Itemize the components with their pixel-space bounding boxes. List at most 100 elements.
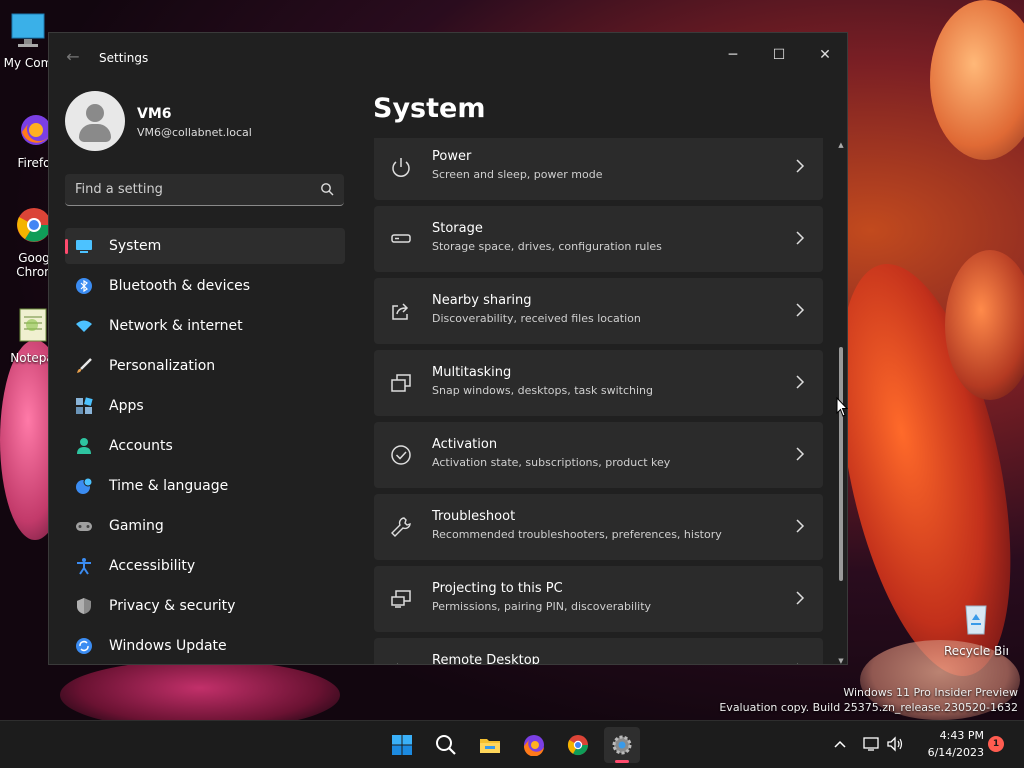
search-input[interactable] [75, 174, 305, 204]
sidebar-item-gaming[interactable]: Gaming [65, 508, 345, 544]
taskbar: 4:43 PM 6/14/2023 1 [0, 720, 1024, 768]
sidebar-item-system[interactable]: System [65, 228, 345, 264]
settings-list: Power Screen and sleep, power mode Stora… [374, 138, 824, 664]
power-icon [392, 158, 410, 177]
build-watermark: Windows 11 Pro Insider Preview Evaluatio… [719, 685, 1018, 715]
wifi-icon [76, 320, 92, 332]
bluetooth-icon [76, 278, 92, 294]
profile-name: VM6 [137, 106, 172, 122]
settings-item-title: Multitasking [432, 365, 512, 380]
chrome-icon [567, 735, 589, 756]
taskbar-firefox[interactable] [516, 727, 552, 763]
system-icon [76, 240, 92, 253]
firefox-icon [523, 735, 544, 756]
recycle-bin-icon [965, 605, 987, 635]
sidebar-item-windows-update[interactable]: Windows Update [65, 628, 345, 664]
avatar-head [86, 104, 104, 122]
sidebar-item-accounts[interactable]: Accounts [65, 428, 345, 464]
chevron-right-icon [796, 591, 805, 605]
watermark-line: Windows 11 Pro Insider Preview [843, 686, 1018, 699]
profile-email: VM6@collabnet.local [137, 126, 252, 139]
sidebar-item-personalization[interactable]: Personalization [65, 348, 345, 384]
maximize-button[interactable]: ☐ [757, 39, 801, 71]
shield-icon [77, 598, 91, 614]
avatar[interactable] [65, 91, 125, 151]
mouse-cursor-icon [836, 397, 848, 417]
sidebar-item-apps[interactable]: Apps [65, 388, 345, 424]
sidebar-item-label: Network & internet [109, 318, 243, 334]
settings-item-activation[interactable]: Activation Activation state, subscriptio… [374, 422, 823, 488]
chevron-right-icon [796, 231, 805, 245]
notification-badge[interactable]: 1 [988, 736, 1004, 752]
settings-item-title: Troubleshoot [432, 509, 516, 524]
settings-item-subtitle: Permissions, pairing PIN, discoverabilit… [432, 600, 652, 613]
sidebar-item-privacy-security[interactable]: Privacy & security [65, 588, 345, 624]
running-indicator [615, 760, 629, 763]
close-button[interactable]: ✕ [803, 39, 847, 71]
gamepad-icon [76, 522, 92, 531]
wallpaper-blob [945, 250, 1024, 400]
minimize-button[interactable]: ─ [711, 39, 755, 71]
desktop-icon-recycle-bin[interactable]: Recycle Bin [944, 598, 1008, 658]
settings-item-troubleshoot[interactable]: Troubleshoot Recommended troubleshooters… [374, 494, 823, 560]
user-profile[interactable]: VM6 VM6@collabnet.local [65, 91, 365, 151]
search-box[interactable] [65, 174, 344, 206]
chevron-right-icon [796, 519, 805, 533]
settings-item-storage[interactable]: Storage Storage space, drives, configura… [374, 206, 823, 272]
sidebar-item-bluetooth[interactable]: Bluetooth & devices [65, 268, 345, 304]
taskbar-start-button[interactable] [384, 727, 420, 763]
settings-item-title: Activation [432, 437, 498, 452]
settings-window: ← Settings ─ ☐ ✕ VM6 VM6@collabnet.local… [48, 32, 848, 665]
settings-item-title: Power [432, 149, 472, 164]
accessibility-icon [77, 558, 91, 575]
volume-icon[interactable] [886, 735, 904, 753]
windows-start-icon [392, 735, 412, 755]
sidebar-item-label: System [109, 238, 162, 254]
search-icon [436, 735, 456, 755]
sidebar-item-label: Apps [109, 398, 144, 414]
scroll-thumb[interactable] [839, 347, 843, 581]
settings-item-power[interactable]: Power Screen and sleep, power mode [374, 138, 823, 200]
taskbar-search-button[interactable] [428, 727, 464, 763]
page-title: System [373, 93, 486, 124]
search-icon[interactable] [320, 182, 334, 196]
back-arrow-icon[interactable]: ← [63, 47, 83, 67]
settings-item-title: Projecting to this PC [432, 581, 563, 596]
window-title: Settings [99, 51, 149, 65]
scroll-up-icon[interactable]: ▲ [837, 141, 845, 149]
wallpaper-blob [930, 0, 1024, 160]
sidebar-nav: System Bluetooth & devices Network & int… [65, 228, 345, 664]
title-bar: ← Settings ─ ☐ ✕ [49, 33, 847, 83]
avatar-body [79, 124, 111, 142]
chevron-up-icon[interactable] [831, 735, 849, 753]
settings-item-nearby-sharing[interactable]: Nearby sharing Discoverability, received… [374, 278, 823, 344]
taskbar-settings[interactable] [604, 727, 640, 763]
taskbar-file-explorer[interactable] [472, 727, 508, 763]
folder-icon [480, 739, 500, 753]
sidebar-item-network[interactable]: Network & internet [65, 308, 345, 344]
scroll-down-icon[interactable]: ▼ [837, 657, 845, 664]
settings-item-subtitle: Recommended troubleshooters, preferences… [432, 528, 722, 541]
settings-item-title: Nearby sharing [432, 293, 532, 308]
share-icon [392, 303, 409, 320]
notepad-icon [19, 308, 47, 342]
clock-time: 4:43 PM [939, 729, 984, 742]
settings-item-multitasking[interactable]: Multitasking Snap windows, desktops, tas… [374, 350, 823, 416]
settings-item-subtitle: Screen and sleep, power mode [432, 168, 603, 181]
system-clock[interactable]: 4:43 PM 6/14/2023 [912, 727, 984, 761]
accounts-icon [77, 438, 91, 454]
chevron-right-icon [796, 303, 805, 317]
taskbar-chrome[interactable] [560, 727, 596, 763]
clock-date: 6/14/2023 [927, 746, 984, 759]
sidebar-item-time-language[interactable]: Time & language [65, 468, 345, 504]
chevron-right-icon [796, 447, 805, 461]
settings-item-projecting[interactable]: Projecting to this PC Permissions, pairi… [374, 566, 823, 632]
sidebar-item-accessibility[interactable]: Accessibility [65, 548, 345, 584]
settings-item-subtitle: Discoverability, received files location [432, 312, 641, 325]
settings-item-remote-desktop[interactable]: Remote Desktop [374, 638, 823, 664]
chevron-right-icon [797, 663, 799, 664]
sidebar-item-label: Bluetooth & devices [109, 278, 251, 294]
sidebar-item-label: Privacy & security [109, 598, 236, 614]
network-icon[interactable] [862, 735, 880, 753]
chevron-right-icon [796, 159, 805, 173]
